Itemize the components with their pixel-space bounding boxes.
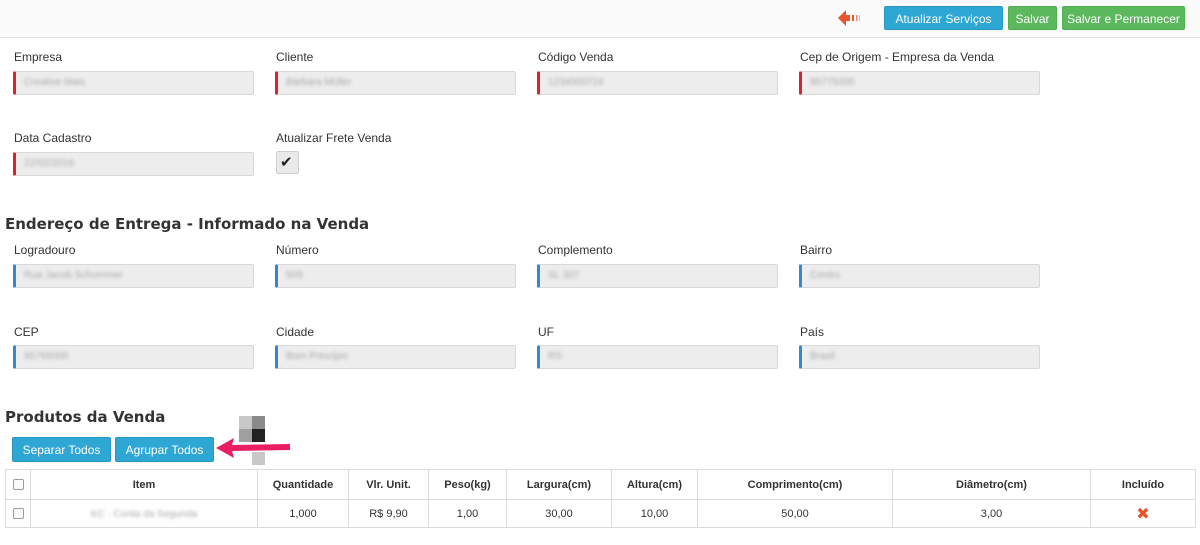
atualizar-servicos-button[interactable]: Atualizar Serviços — [884, 6, 1003, 30]
select-all-cell — [5, 469, 31, 500]
empresa-label: Empresa — [14, 50, 63, 64]
column-header: Diâmetro(cm) — [892, 469, 1091, 500]
top-toolbar: Atualizar Serviços Salvar Salvar e Perma… — [0, 0, 1200, 38]
item-value: KC - Conta da Segunda — [90, 508, 198, 520]
check-icon: ✔ — [280, 154, 293, 171]
row-select-cell — [5, 499, 31, 528]
logradouro-label: Logradouro — [14, 243, 76, 257]
largura-cell: 30,00 — [506, 499, 612, 528]
atualizar-frete-label: Atualizar Frete Venda — [276, 131, 392, 145]
cep-origem-value: 95775000 — [810, 77, 855, 88]
table-row: KC - Conta da Segunda 1,000 R$ 9,90 1,00… — [5, 499, 1196, 528]
numero-field[interactable]: 509 — [275, 264, 516, 288]
uf-label: UF — [538, 325, 554, 339]
data-cadastro-value: 22/02/2016 — [24, 158, 75, 169]
separar-todos-button[interactable]: Separar Todos — [12, 437, 111, 462]
salvar-button[interactable]: Salvar — [1008, 6, 1057, 30]
data-cadastro-label: Data Cadastro — [14, 131, 92, 145]
empresa-field[interactable]: Creative Mais — [13, 71, 254, 95]
vlr-unit-cell: R$ 9,90 — [348, 499, 429, 528]
logradouro-field[interactable]: Rua Jacob Schommer — [13, 264, 254, 288]
codigo-venda-value: 1234500724 — [548, 77, 604, 88]
codigo-venda-label: Código Venda — [538, 50, 614, 64]
cep-origem-field[interactable]: 95775000 — [799, 71, 1040, 95]
agrupar-todos-button[interactable]: Agrupar Todos — [115, 437, 214, 462]
atualizar-frete-checkbox[interactable]: ✔ — [276, 151, 299, 174]
uf-field[interactable]: RS — [537, 345, 778, 369]
cep-field[interactable]: 95765000 — [13, 345, 254, 369]
column-header: Comprimento(cm) — [697, 469, 893, 500]
comprimento-cell: 50,00 — [697, 499, 893, 528]
logradouro-value: Rua Jacob Schommer — [24, 270, 123, 281]
column-header: Largura(cm) — [506, 469, 612, 500]
bairro-label: Bairro — [800, 243, 833, 257]
complemento-label: Complemento — [538, 243, 613, 257]
pais-value: Brasil — [810, 351, 836, 362]
empresa-value: Creative Mais — [24, 77, 86, 88]
cep-label: CEP — [14, 325, 39, 339]
column-header: Incluído — [1090, 469, 1196, 500]
column-header: Item — [30, 469, 258, 500]
column-header: Peso(kg) — [428, 469, 507, 500]
close-icon[interactable]: ✖ — [1136, 506, 1149, 523]
numero-value: 509 — [286, 270, 303, 281]
uf-value: RS — [548, 351, 562, 362]
item-cell: KC - Conta da Segunda — [30, 499, 258, 528]
endereco-section-title: Endereço de Entrega - Informado na Venda — [5, 215, 370, 233]
pais-field[interactable]: Brasil — [799, 345, 1040, 369]
incluido-cell: ✖ — [1090, 499, 1196, 528]
products-table: Item Quantidade Vlr. Unit. Peso(kg) Larg… — [5, 469, 1196, 528]
produtos-section-title: Produtos da Venda — [5, 408, 166, 426]
back-arrow-icon[interactable] — [838, 10, 862, 26]
salvar-e-permanecer-button[interactable]: Salvar e Permanecer — [1062, 6, 1185, 30]
complemento-field[interactable]: SL 307 — [537, 264, 778, 288]
table-header-row: Item Quantidade Vlr. Unit. Peso(kg) Larg… — [5, 469, 1196, 500]
column-header: Vlr. Unit. — [348, 469, 429, 500]
annotation-arrow-icon — [216, 416, 290, 465]
column-header: Quantidade — [257, 469, 349, 500]
quantidade-cell: 1,000 — [257, 499, 349, 528]
cidade-label: Cidade — [276, 325, 315, 339]
cliente-label: Cliente — [276, 50, 314, 64]
column-header: Altura(cm) — [611, 469, 698, 500]
cep-origem-label: Cep de Origem - Empresa da Venda — [800, 50, 995, 64]
complemento-value: SL 307 — [548, 270, 580, 281]
cliente-value: Bárbara Müller — [286, 77, 352, 88]
peso-cell: 1,00 — [428, 499, 507, 528]
pais-label: País — [800, 325, 825, 339]
cep-value: 95765000 — [24, 351, 69, 362]
cidade-value: Bom Princípio — [286, 351, 349, 362]
altura-cell: 10,00 — [611, 499, 698, 528]
codigo-venda-field[interactable]: 1234500724 — [537, 71, 778, 95]
bairro-field[interactable]: Centro — [799, 264, 1040, 288]
bairro-value: Centro — [810, 270, 841, 281]
cidade-field[interactable]: Bom Princípio — [275, 345, 516, 369]
cliente-field[interactable]: Bárbara Müller — [275, 71, 516, 95]
data-cadastro-field[interactable]: 22/02/2016 — [13, 152, 254, 176]
numero-label: Número — [276, 243, 319, 257]
row-checkbox[interactable] — [12, 508, 24, 520]
diametro-cell: 3,00 — [892, 499, 1091, 528]
select-all-checkbox[interactable] — [12, 479, 24, 491]
